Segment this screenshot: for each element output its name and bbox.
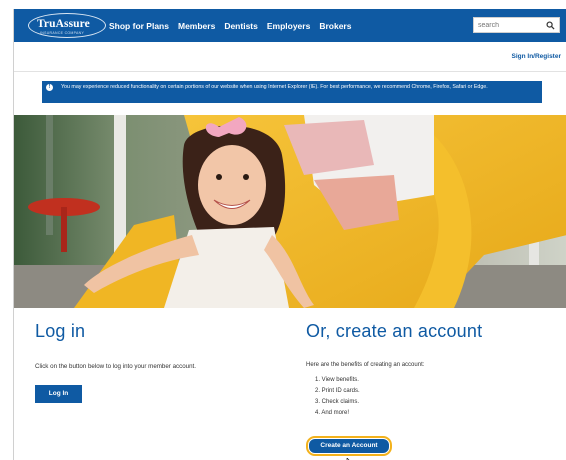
bg-red-leg [61, 207, 67, 252]
create-account-description: Here are the benefits of creating an acc… [306, 362, 425, 368]
search-box [473, 17, 560, 33]
girl-face [198, 145, 266, 225]
main-nav: Shop for Plans Members Dentists Employer… [109, 9, 351, 42]
login-description: Click on the button below to log into yo… [35, 363, 196, 370]
nav-shop-for-plans[interactable]: Shop for Plans [109, 21, 169, 31]
nav-dentists[interactable]: Dentists [224, 21, 258, 31]
logo-brand-text: TruAssure [37, 18, 90, 30]
nav-brokers[interactable]: Brokers [319, 21, 351, 31]
browser-alert-banner: ! You may experience reduced functionali… [42, 81, 542, 103]
info-icon: ! [46, 84, 53, 91]
sign-in-register-link[interactable]: Sign In/Register [512, 53, 561, 60]
benefits-list: 1. View benefits. 2. Print ID cards. 3. … [315, 375, 360, 419]
benefit-view-benefits: 1. View benefits. [315, 377, 359, 383]
nav-employers[interactable]: Employers [267, 21, 310, 31]
girl-eye-right [243, 174, 249, 180]
bg-post-left [46, 115, 53, 235]
benefit-and-more: 4. And more! [315, 410, 350, 416]
page-frame: TruAssure INSURANCE COMPANY Shop for Pla… [13, 9, 566, 460]
benefit-check-claims: 3. Check claims. [315, 399, 360, 405]
search-input[interactable] [474, 18, 544, 32]
alert-text: You may experience reduced functionality… [61, 84, 488, 90]
benefit-print-id-cards: 2. Print ID cards. [315, 388, 360, 394]
girl-eye-left [216, 174, 222, 180]
truassure-logo[interactable]: TruAssure INSURANCE COMPANY [28, 12, 106, 39]
create-account-heading: Or, create an account [306, 321, 483, 341]
search-icon[interactable] [546, 21, 555, 30]
create-account-focus-ring: Create an Account [306, 436, 392, 456]
login-button[interactable]: Log In [35, 385, 82, 403]
top-navigation-bar: TruAssure INSURANCE COMPANY Shop for Pla… [14, 9, 566, 42]
nav-members[interactable]: Members [178, 21, 215, 31]
logo-subtext: INSURANCE COMPANY [40, 31, 85, 35]
create-account-button[interactable]: Create an Account [309, 439, 389, 453]
utility-bar: Sign In/Register [14, 42, 566, 72]
hero-image [14, 115, 566, 308]
login-heading: Log in [35, 321, 86, 341]
